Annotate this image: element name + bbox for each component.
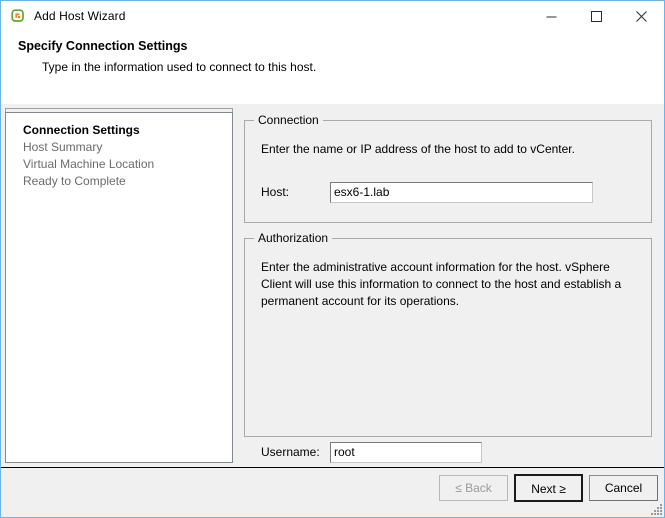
title-bar: Add Host Wizard xyxy=(1,1,664,31)
wizard-content-pane: Connection Enter the name or IP address … xyxy=(234,104,664,492)
sidebar-item-label: Connection Settings xyxy=(23,123,140,137)
minimize-button[interactable] xyxy=(529,1,574,31)
sidebar-item-label: Host Summary xyxy=(23,140,103,154)
close-icon xyxy=(636,10,647,22)
vsphere-app-icon xyxy=(11,9,24,22)
username-input[interactable]: root xyxy=(330,442,482,463)
sidebar-item-label: Virtual Machine Location xyxy=(23,157,155,171)
authorization-groupbox: Authorization Enter the administrative a… xyxy=(244,231,652,492)
wizard-body: Connection Settings Host Summary Virtual… xyxy=(1,104,664,492)
add-host-wizard-window: Add Host Wizard Specify Connection Setti… xyxy=(0,0,665,518)
next-button[interactable]: Next ≥ xyxy=(514,474,583,502)
window-title: Add Host Wizard xyxy=(34,9,126,23)
sidebar-item-virtual-machine-location[interactable]: Virtual Machine Location xyxy=(6,156,232,173)
maximize-button[interactable] xyxy=(574,1,619,31)
connection-groupbox: Connection Enter the name or IP address … xyxy=(244,113,652,223)
maximize-icon xyxy=(591,10,602,22)
authorization-groupbox-legend: Authorization xyxy=(254,231,333,245)
window-controls xyxy=(529,1,664,31)
cancel-button[interactable]: Cancel xyxy=(589,475,658,501)
close-button[interactable] xyxy=(619,1,664,31)
wizard-step-list: Connection Settings Host Summary Virtual… xyxy=(5,112,233,463)
sidebar-item-ready-to-complete[interactable]: Ready to Complete xyxy=(6,173,232,190)
minimize-icon xyxy=(546,16,557,17)
sidebar-item-connection-settings[interactable]: Connection Settings xyxy=(6,122,232,139)
sidebar-item-label: Ready to Complete xyxy=(23,174,126,188)
connection-description: Enter the name or IP address of the host… xyxy=(261,142,575,156)
host-input[interactable]: esx6-1.lab xyxy=(330,182,593,203)
page-subtitle: Type in the information used to connect … xyxy=(42,60,317,74)
sidebar-item-host-summary[interactable]: Host Summary xyxy=(6,139,232,156)
username-label: Username: xyxy=(261,445,320,459)
connection-groupbox-legend: Connection xyxy=(254,113,323,127)
authorization-description: Enter the administrative account informa… xyxy=(261,260,622,308)
wizard-header: Specify Connection Settings Type in the … xyxy=(1,31,664,104)
step-list: Connection Settings Host Summary Virtual… xyxy=(6,122,232,190)
host-label: Host: xyxy=(261,185,290,199)
back-button[interactable]: ≤ Back xyxy=(439,475,508,501)
page-title: Specify Connection Settings xyxy=(18,39,188,53)
wizard-footer: ≤ Back Next ≥ Cancel xyxy=(1,468,664,517)
resize-grip-icon[interactable] xyxy=(649,502,663,516)
